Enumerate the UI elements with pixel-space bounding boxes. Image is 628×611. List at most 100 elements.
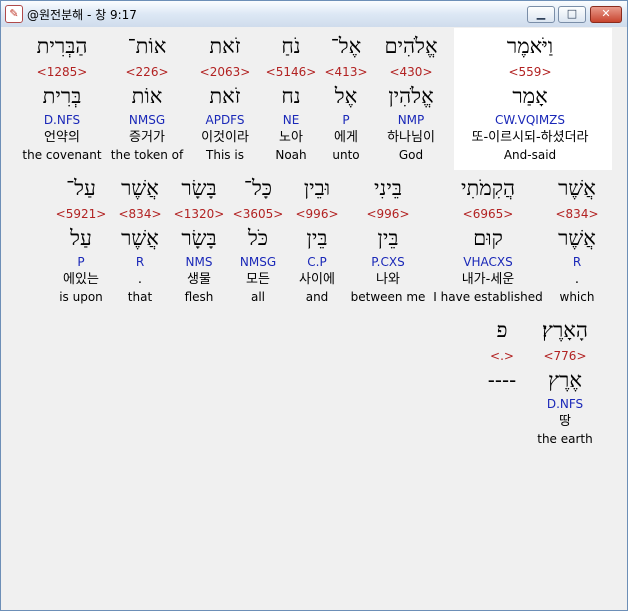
english-gloss: God — [398, 148, 424, 162]
lemma: קוּם — [473, 226, 503, 250]
korean-gloss: 생물 — [187, 272, 211, 287]
lemma: אֱלֹהִין — [388, 84, 434, 108]
strong-number: <996> — [366, 207, 410, 221]
hebrew-word: וַיֹּאמֶר — [506, 34, 554, 58]
strong-number: <2063> — [199, 65, 251, 79]
word-cell[interactable]: זֹאת <2063> זֹאת APDFS 이것이라 This is — [200, 31, 251, 164]
word-cell[interactable]: בָּשָׂר <1320> בָּשָׂר NMS 생물 flesh — [174, 173, 225, 306]
morphology-code: NMSG — [128, 113, 166, 127]
title-bar[interactable]: ✎ @원전분해 - 창 9:17 ▁ □ ✕ — [1, 1, 627, 27]
korean-gloss: . — [137, 272, 143, 287]
word-cell[interactable]: נֹחַ <5146> נח NE 노아 Noah — [266, 31, 317, 164]
lemma: בֵּין — [306, 226, 328, 250]
lemma: בָּשָׂר — [181, 226, 217, 250]
strong-number: <834> — [555, 207, 599, 221]
word-cell[interactable]: הֲקִמֹתִי <6965> קוּם VHACXS 내가-세운 I hav… — [433, 173, 542, 306]
morphology-code: P.CXS — [371, 255, 405, 269]
minimize-button[interactable]: ▁ — [527, 6, 555, 23]
korean-gloss: . — [574, 272, 580, 287]
word-cell[interactable]: אֱלֹהִים <430> אֱלֹהִין NMP 하나님이 God — [384, 31, 437, 164]
english-gloss: unto — [332, 148, 360, 162]
strong-number: <226> — [125, 65, 169, 79]
morphology-code: R — [135, 255, 145, 269]
strong-number: <.> — [490, 349, 514, 363]
strong-number: <834> — [118, 207, 162, 221]
morphology-code: CW.VQIMZS — [494, 113, 566, 127]
lemma: אֲשֶׁר — [121, 226, 159, 250]
strong-number: <6965> — [462, 207, 514, 221]
morphology-code: APDFS — [205, 113, 245, 127]
english-gloss: the token of — [110, 148, 184, 162]
morphology-code: D.NFS — [546, 397, 584, 411]
word-cell[interactable]: הַבְּרִית <1285> בְּרִית D.NFS 언약의 the c… — [22, 31, 101, 164]
word-cell[interactable]: פ <.> ---- — [488, 315, 516, 448]
lemma: עַל — [70, 226, 92, 250]
hebrew-word: וּבֵין — [303, 176, 331, 200]
maximize-button[interactable]: □ — [558, 6, 586, 23]
korean-gloss: 언약의 — [44, 130, 80, 145]
app-window: ✎ @원전분해 - 창 9:17 ▁ □ ✕ וַיֹּאמֶר <559> א… — [0, 0, 628, 611]
morphology-code — [488, 395, 516, 413]
english-gloss: Noah — [275, 148, 307, 162]
strong-number: <1320> — [173, 207, 225, 221]
morphology-code: C.P — [307, 255, 327, 269]
word-cell[interactable]: אוֹת־ <226> אוֹת NMSG 증거가 the token of — [111, 31, 183, 164]
close-button[interactable]: ✕ — [590, 6, 622, 23]
lemma: אוֹת — [131, 84, 163, 108]
word-cell[interactable]: אֲשֶׁר <834> אֲשֶׁר R . that — [118, 173, 161, 306]
strong-number: <996> — [295, 207, 339, 221]
word-cell[interactable]: אֲשֶׁר <834> אֲשֶׁר R . which — [555, 173, 598, 306]
english-gloss: flesh — [184, 290, 214, 304]
lemma: בֵּין — [377, 226, 399, 250]
lemma: אֶל — [334, 84, 358, 108]
korean-gloss: 하나님이 — [387, 130, 435, 145]
strong-number: <776> — [543, 349, 587, 363]
korean-gloss: 사이에 — [299, 272, 335, 287]
hebrew-word: זֹאת — [209, 34, 241, 58]
word-cell[interactable]: עַל־ <5921> עַל P 에있는 is upon — [56, 173, 107, 306]
hebrew-word: עַל־ — [66, 176, 96, 200]
english-gloss — [488, 431, 516, 448]
hebrew-word: הֲקִמֹתִי — [460, 176, 516, 200]
app-icon[interactable]: ✎ — [5, 5, 23, 23]
hebrew-word: אֲשֶׁר — [558, 176, 596, 200]
korean-gloss: 노아 — [279, 130, 303, 145]
lemma: כֹּל — [247, 226, 269, 250]
morphology-code: NE — [282, 113, 300, 127]
word-cell[interactable]: כָּל־ <3605> כֹּל NMSG 모든 all — [233, 173, 284, 306]
strong-number: <1285> — [36, 65, 88, 79]
korean-gloss: 나와 — [376, 272, 400, 287]
morphology-code: R — [572, 255, 582, 269]
english-gloss: and — [305, 290, 329, 304]
hebrew-word: פ — [496, 318, 508, 342]
strong-number: <559> — [508, 65, 552, 79]
lemma: בְּרִית — [42, 84, 82, 108]
korean-gloss — [488, 413, 516, 431]
strong-number: <3605> — [232, 207, 284, 221]
word-cell[interactable]: וּבֵין <996> בֵּין C.P 사이에 and — [295, 173, 338, 306]
korean-gloss: 이것이라 — [201, 130, 249, 145]
morphology-code: NMP — [397, 113, 425, 127]
hebrew-word: נֹחַ — [281, 34, 301, 58]
word-cell[interactable]: בֵּינִי <996> בֵּין P.CXS 나와 between me — [351, 173, 426, 306]
word-cell[interactable]: וַיֹּאמֶר <559> אָמַר CW.VQIMZS 또-이르시되-하… — [471, 31, 588, 164]
korean-gloss: 또-이르시되-하셨더라 — [471, 130, 589, 145]
hebrew-word: אֶל־ — [330, 34, 362, 58]
interlinear-panel: וַיֹּאמֶר <559> אָמַר CW.VQIMZS 또-이르시되-하… — [5, 28, 623, 606]
english-gloss: is upon — [59, 290, 103, 304]
word-cell[interactable]: אֶל־ <413> אֶל P 에게 unto — [324, 31, 367, 164]
english-gloss: This is — [206, 148, 244, 162]
word-cell[interactable]: הָאָרֶץ׃ <776> אֶרֶץ D.NFS 땅 the earth — [537, 315, 593, 448]
lemma: אֲשֶׁר — [558, 226, 596, 250]
english-gloss: the covenant — [22, 148, 102, 162]
hebrew-word: בָּשָׂר — [181, 176, 217, 200]
hebrew-word: הַבְּרִית — [36, 34, 88, 58]
strong-number: <5921> — [55, 207, 107, 221]
morphology-code: VHACXS — [463, 255, 513, 269]
lemma: נח — [281, 84, 301, 108]
lemma: אָמַר — [512, 84, 548, 108]
korean-gloss: 에게 — [334, 130, 358, 145]
korean-gloss: 에있는 — [63, 272, 99, 287]
korean-gloss: 증거가 — [129, 130, 165, 145]
hebrew-word: אוֹת־ — [127, 34, 167, 58]
